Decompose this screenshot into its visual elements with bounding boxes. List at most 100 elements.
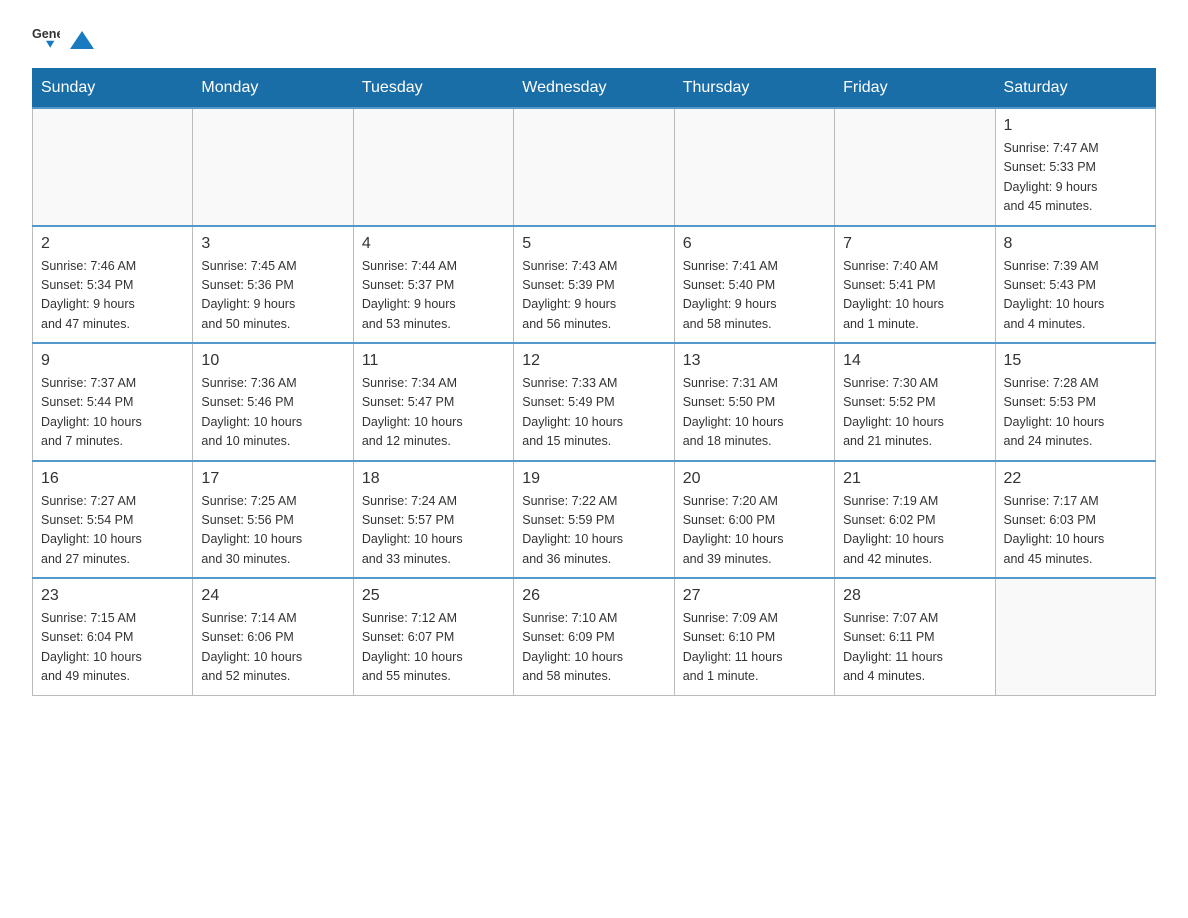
calendar-cell: [835, 108, 995, 226]
day-info: Sunrise: 7:20 AMSunset: 6:00 PMDaylight:…: [683, 492, 826, 570]
day-info: Sunrise: 7:19 AMSunset: 6:02 PMDaylight:…: [843, 492, 986, 570]
day-number: 25: [362, 587, 505, 605]
day-info: Sunrise: 7:33 AMSunset: 5:49 PMDaylight:…: [522, 374, 665, 452]
day-number: 8: [1004, 235, 1147, 253]
day-number: 22: [1004, 470, 1147, 488]
calendar-cell: 17 Sunrise: 7:25 AMSunset: 5:56 PMDayligh…: [193, 461, 353, 579]
calendar-cell: 18 Sunrise: 7:24 AMSunset: 5:57 PMDayligh…: [353, 461, 513, 579]
day-number: 19: [522, 470, 665, 488]
calendar-table: Sunday Monday Tuesday Wednesday Thursday…: [32, 68, 1156, 696]
calendar-week-5: 23 Sunrise: 7:15 AMSunset: 6:04 PMDayligh…: [33, 578, 1156, 695]
calendar-cell: 15Sunrise: 7:28 AMSunset: 5:53 PMDayligh…: [995, 343, 1155, 461]
header-thursday: Thursday: [674, 69, 834, 109]
day-number: 11: [362, 352, 505, 370]
day-number: 15: [1004, 352, 1147, 370]
day-info: Sunrise: 7:07 AMSunset: 6:11 PMDaylight:…: [843, 609, 986, 687]
day-info: Sunrise: 7:43 AMSunset: 5:39 PMDaylight:…: [522, 257, 665, 335]
day-info: Sunrise: 7:15 AMSunset: 6:04 PMDaylight:…: [41, 609, 184, 687]
calendar-cell: 12Sunrise: 7:33 AMSunset: 5:49 PMDayligh…: [514, 343, 674, 461]
day-info: Sunrise: 7:36 AMSunset: 5:46 PMDaylight:…: [201, 374, 344, 452]
day-number: 23: [41, 587, 184, 605]
calendar-cell: 27 Sunrise: 7:09 AMSunset: 6:10 PMDayligh…: [674, 578, 834, 695]
calendar-cell: 2 Sunrise: 7:46 AMSunset: 5:34 PMDaylight…: [33, 226, 193, 344]
calendar-cell: 23 Sunrise: 7:15 AMSunset: 6:04 PMDayligh…: [33, 578, 193, 695]
logo-text-block: [66, 27, 98, 49]
day-number: 9: [41, 352, 184, 370]
header-row: Sunday Monday Tuesday Wednesday Thursday…: [33, 69, 1156, 109]
calendar-week-4: 16 Sunrise: 7:27 AMSunset: 5:54 PMDayligh…: [33, 461, 1156, 579]
day-number: 3: [201, 235, 344, 253]
day-number: 17: [201, 470, 344, 488]
day-number: 16: [41, 470, 184, 488]
calendar-week-1: 1 Sunrise: 7:47 AMSunset: 5:33 PMDaylight…: [33, 108, 1156, 226]
calendar-header: Sunday Monday Tuesday Wednesday Thursday…: [33, 69, 1156, 109]
day-number: 27: [683, 587, 826, 605]
calendar-cell: [33, 108, 193, 226]
day-info: Sunrise: 7:30 AMSunset: 5:52 PMDaylight:…: [843, 374, 986, 452]
calendar-cell: 5 Sunrise: 7:43 AMSunset: 5:39 PMDaylight…: [514, 226, 674, 344]
day-number: 1: [1004, 117, 1147, 135]
calendar-week-3: 9 Sunrise: 7:37 AMSunset: 5:44 PMDaylight…: [33, 343, 1156, 461]
calendar-cell: 22 Sunrise: 7:17 AMSunset: 6:03 PMDayligh…: [995, 461, 1155, 579]
calendar-cell: 19 Sunrise: 7:22 AMSunset: 5:59 PMDayligh…: [514, 461, 674, 579]
day-info: Sunrise: 7:10 AMSunset: 6:09 PMDaylight:…: [522, 609, 665, 687]
day-number: 7: [843, 235, 986, 253]
calendar-cell: 28 Sunrise: 7:07 AMSunset: 6:11 PMDayligh…: [835, 578, 995, 695]
header-friday: Friday: [835, 69, 995, 109]
day-info: Sunrise: 7:25 AMSunset: 5:56 PMDaylight:…: [201, 492, 344, 570]
header-sunday: Sunday: [33, 69, 193, 109]
calendar-cell: [353, 108, 513, 226]
day-number: 21: [843, 470, 986, 488]
svg-text:General: General: [32, 27, 60, 41]
day-info: Sunrise: 7:40 AMSunset: 5:41 PMDaylight:…: [843, 257, 986, 335]
day-number: 14: [843, 352, 986, 370]
day-info: Sunrise: 7:22 AMSunset: 5:59 PMDaylight:…: [522, 492, 665, 570]
day-number: 2: [41, 235, 184, 253]
day-info: Sunrise: 7:17 AMSunset: 6:03 PMDaylight:…: [1004, 492, 1147, 570]
day-info: Sunrise: 7:24 AMSunset: 5:57 PMDaylight:…: [362, 492, 505, 570]
day-info: Sunrise: 7:44 AMSunset: 5:37 PMDaylight:…: [362, 257, 505, 335]
calendar-cell: 16 Sunrise: 7:27 AMSunset: 5:54 PMDayligh…: [33, 461, 193, 579]
logo-icon: General: [32, 24, 60, 52]
calendar-week-2: 2 Sunrise: 7:46 AMSunset: 5:34 PMDaylight…: [33, 226, 1156, 344]
day-number: 4: [362, 235, 505, 253]
calendar-cell: [674, 108, 834, 226]
calendar-cell: 25 Sunrise: 7:12 AMSunset: 6:07 PMDayligh…: [353, 578, 513, 695]
calendar-cell: 26 Sunrise: 7:10 AMSunset: 6:09 PMDayligh…: [514, 578, 674, 695]
day-info: Sunrise: 7:12 AMSunset: 6:07 PMDaylight:…: [362, 609, 505, 687]
day-info: Sunrise: 7:34 AMSunset: 5:47 PMDaylight:…: [362, 374, 505, 452]
calendar-cell: 8 Sunrise: 7:39 AMSunset: 5:43 PMDaylight…: [995, 226, 1155, 344]
logo-triangle-icon: [68, 27, 96, 55]
day-info: Sunrise: 7:41 AMSunset: 5:40 PMDaylight:…: [683, 257, 826, 335]
calendar-cell: 11 Sunrise: 7:34 AMSunset: 5:47 PMDayligh…: [353, 343, 513, 461]
day-info: Sunrise: 7:39 AMSunset: 5:43 PMDaylight:…: [1004, 257, 1147, 335]
calendar-body: 1 Sunrise: 7:47 AMSunset: 5:33 PMDaylight…: [33, 108, 1156, 695]
calendar-cell: 4 Sunrise: 7:44 AMSunset: 5:37 PMDaylight…: [353, 226, 513, 344]
day-info: Sunrise: 7:09 AMSunset: 6:10 PMDaylight:…: [683, 609, 826, 687]
header-tuesday: Tuesday: [353, 69, 513, 109]
day-info: Sunrise: 7:37 AMSunset: 5:44 PMDaylight:…: [41, 374, 184, 452]
calendar-cell: 9 Sunrise: 7:37 AMSunset: 5:44 PMDaylight…: [33, 343, 193, 461]
calendar-cell: [995, 578, 1155, 695]
day-number: 26: [522, 587, 665, 605]
calendar-cell: 24Sunrise: 7:14 AMSunset: 6:06 PMDayligh…: [193, 578, 353, 695]
calendar-cell: [193, 108, 353, 226]
day-number: 20: [683, 470, 826, 488]
calendar-cell: 10 Sunrise: 7:36 AMSunset: 5:46 PMDayligh…: [193, 343, 353, 461]
calendar-cell: 14 Sunrise: 7:30 AMSunset: 5:52 PMDayligh…: [835, 343, 995, 461]
day-number: 28: [843, 587, 986, 605]
day-info: Sunrise: 7:45 AMSunset: 5:36 PMDaylight:…: [201, 257, 344, 335]
calendar-cell: 7 Sunrise: 7:40 AMSunset: 5:41 PMDaylight…: [835, 226, 995, 344]
day-info: Sunrise: 7:27 AMSunset: 5:54 PMDaylight:…: [41, 492, 184, 570]
day-info: Sunrise: 7:46 AMSunset: 5:34 PMDaylight:…: [41, 257, 184, 335]
day-number: 18: [362, 470, 505, 488]
page-header: General: [32, 24, 1156, 52]
calendar-cell: 1 Sunrise: 7:47 AMSunset: 5:33 PMDaylight…: [995, 108, 1155, 226]
day-number: 5: [522, 235, 665, 253]
calendar-cell: 13Sunrise: 7:31 AMSunset: 5:50 PMDayligh…: [674, 343, 834, 461]
day-number: 10: [201, 352, 344, 370]
day-number: 13: [683, 352, 826, 370]
day-number: 6: [683, 235, 826, 253]
calendar-cell: 6 Sunrise: 7:41 AMSunset: 5:40 PMDaylight…: [674, 226, 834, 344]
day-info: Sunrise: 7:47 AMSunset: 5:33 PMDaylight:…: [1004, 139, 1147, 217]
